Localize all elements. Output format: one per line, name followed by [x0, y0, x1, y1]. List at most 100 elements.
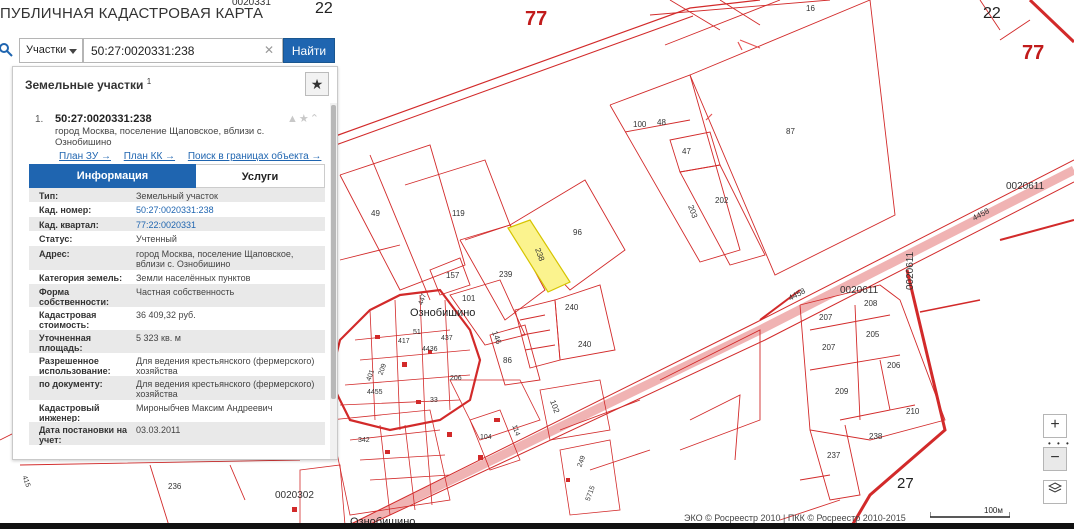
- result-number[interactable]: 50:27:0020331:238: [55, 113, 152, 125]
- info-value: Для ведения крестьянского (фермерского) …: [136, 379, 315, 399]
- quarter-label: 0020302: [275, 490, 314, 501]
- district-label: 77: [1022, 42, 1045, 64]
- info-row: Дата постановки на учет: 03.03.2011: [29, 422, 325, 445]
- village-parcel-label: 4455: [367, 389, 383, 396]
- close-icon[interactable]: ✕: [264, 43, 274, 57]
- info-label: Разрешенное использование:: [39, 356, 111, 376]
- parcel-label: 119: [452, 209, 465, 218]
- info-value[interactable]: 50:27:0020331:238: [136, 205, 318, 215]
- info-row: Форма собственности: Частная собственнос…: [29, 284, 325, 307]
- info-label: Тип:: [39, 191, 59, 201]
- info-value: 5 323 кв. м: [136, 333, 181, 343]
- plan-zu-link[interactable]: План ЗУ →: [59, 151, 111, 162]
- info-value[interactable]: 77:22:0020331: [136, 220, 318, 230]
- zoom-in-button[interactable]: +: [1043, 414, 1067, 438]
- village-parcel-label: 206: [450, 375, 462, 382]
- village-parcel-label: 4436: [422, 346, 438, 353]
- parcel-label: 207: [822, 343, 836, 352]
- parcel-label: 157: [446, 271, 460, 280]
- parcel-label: 101: [462, 294, 476, 303]
- parcel-label: 49: [371, 209, 380, 218]
- quarter-label: 0020611: [840, 285, 879, 296]
- parcel-label: 236: [168, 482, 182, 491]
- info-value: Мироныбчев Максим Андреевич: [136, 403, 273, 413]
- quarter-label: 0020611: [905, 251, 916, 290]
- village-parcel-label: 104: [480, 434, 492, 441]
- plan-kk-link[interactable]: План КК →: [124, 151, 175, 162]
- app-title: ПУБЛИЧНАЯ КАДАСТРОВАЯ КАРТА: [0, 5, 264, 22]
- info-value: Для ведения крестьянского (фермерского) …: [136, 356, 315, 376]
- scale-label: 100м: [984, 506, 1003, 515]
- info-tabs: Информация Услуги: [29, 164, 325, 188]
- search-query: 50:27:0020331:238: [91, 44, 195, 58]
- parcel-label: 96: [573, 228, 582, 237]
- info-row: Кад. квартал: 77:22:0020331: [29, 217, 325, 231]
- parcel-label: 206: [887, 361, 901, 370]
- quarter-label: 0020611: [1006, 181, 1045, 192]
- parcel-label: 87: [786, 127, 795, 136]
- tab-info[interactable]: Информация: [29, 164, 196, 188]
- result-index: 1.: [35, 114, 44, 125]
- district-label: 77: [525, 8, 548, 30]
- result-tools-icons[interactable]: ▲★⌃: [287, 112, 320, 125]
- district-label: 22: [315, 0, 333, 17]
- info-row: Статус: Учтенный: [29, 231, 325, 246]
- info-row: Разрешенное использование: Для ведения к…: [29, 353, 325, 376]
- parcel-label: 47: [682, 147, 691, 156]
- search-input[interactable]: 50:27:0020331:238 ✕: [83, 38, 283, 63]
- find-button[interactable]: Найти: [283, 38, 335, 63]
- parcel-label: 208: [864, 299, 878, 308]
- panel-header: Земельные участки 1 ★: [13, 67, 337, 103]
- info-row: Кадастровая стоимость: 36 409,32 руб.: [29, 307, 325, 330]
- result-address: город Москва, поселение Щаповское, вблиз…: [55, 126, 265, 148]
- tab-services[interactable]: Услуги: [196, 164, 325, 188]
- parcel-label: 238: [869, 432, 883, 441]
- village-parcel-label: 51: [413, 329, 421, 336]
- info-table: Тип: Земельный участок Кад. номер: 50:27…: [29, 188, 325, 445]
- info-label: Кадастровый инженер:: [39, 403, 100, 423]
- info-label: Уточненная площадь:: [39, 333, 91, 353]
- parcel-label: 240: [565, 303, 579, 312]
- info-row: Адрес: город Москва, поселение Щаповское…: [29, 246, 325, 270]
- info-row: Уточненная площадь: 5 323 кв. м: [29, 330, 325, 353]
- info-label: по документу:: [39, 379, 103, 389]
- result-links: План ЗУ → План КК → Поиск в границах объ…: [59, 151, 331, 162]
- info-label: Кадастровая стоимость:: [39, 310, 97, 330]
- info-value: Земли населённых пунктов: [136, 273, 251, 283]
- village-parcels: [299, 288, 621, 529]
- results-panel: Земельные участки 1 ★ 1. 50:27:0020331:2…: [12, 66, 338, 460]
- panel-scrollbar[interactable]: [330, 103, 337, 459]
- info-value: Учтенный: [136, 234, 177, 244]
- village-parcel-label: 33: [430, 397, 438, 404]
- search-type-select[interactable]: Участки: [19, 38, 83, 63]
- star-icon[interactable]: ★: [305, 72, 329, 96]
- parcel-label: 240: [578, 340, 592, 349]
- parcel-label: 48: [657, 118, 666, 127]
- info-value: Земельный участок: [136, 191, 218, 201]
- info-label: Категория земель:: [39, 273, 123, 283]
- info-label: Кад. номер:: [39, 205, 92, 215]
- parcel-label: 210: [906, 407, 920, 416]
- layers-icon[interactable]: [1043, 480, 1067, 504]
- village-label: Ознобишино: [410, 307, 476, 319]
- village-parcel-label: 342: [358, 437, 370, 444]
- window-bottom-edge: [0, 523, 1074, 529]
- info-row: Кадастровый инженер: Мироныбчев Максим А…: [29, 400, 325, 423]
- village-parcel-label: 437: [441, 335, 453, 342]
- parcel-label: 202: [715, 196, 729, 205]
- zoom-out-button[interactable]: −: [1043, 447, 1067, 471]
- search-bar: Участки 50:27:0020331:238 ✕ Найти: [0, 38, 336, 63]
- parcel-label: 209: [835, 387, 849, 396]
- info-value: 03.03.2011: [136, 425, 181, 435]
- search-in-bounds-link[interactable]: Поиск в границах объекта →: [188, 151, 322, 162]
- info-value: Частная собственность: [136, 287, 235, 297]
- parcel-label: 205: [866, 330, 880, 339]
- info-row: Кад. номер: 50:27:0020331:238: [29, 202, 325, 217]
- info-value: 36 409,32 руб.: [136, 310, 196, 320]
- result-count: 1: [146, 77, 152, 86]
- parcel-label: 100: [633, 120, 647, 129]
- info-label: Форма собственности:: [39, 287, 109, 307]
- panel-title-text: Земельные участки: [25, 78, 144, 92]
- search-icon[interactable]: [0, 42, 14, 58]
- scroll-thumb[interactable]: [331, 105, 336, 399]
